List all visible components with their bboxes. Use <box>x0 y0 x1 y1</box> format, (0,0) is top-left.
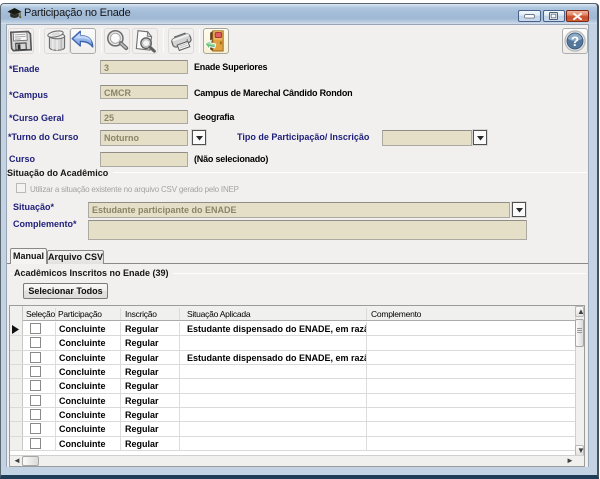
svg-text:?: ? <box>571 34 579 49</box>
